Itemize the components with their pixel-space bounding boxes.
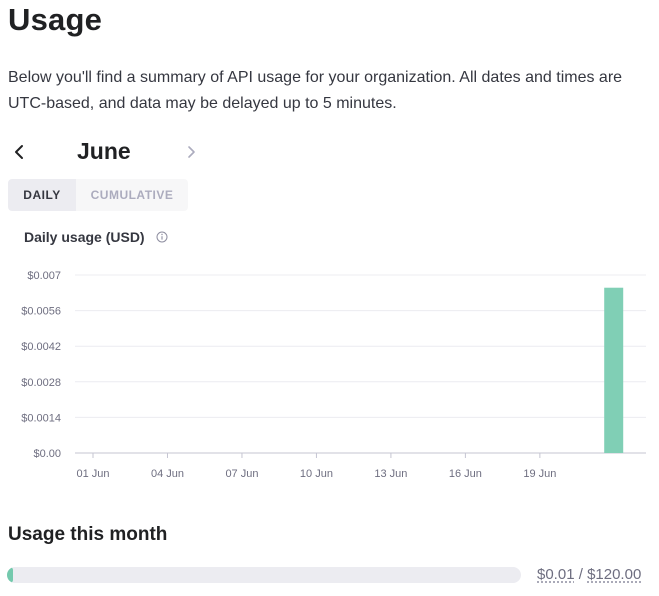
chevron-left-icon (15, 145, 23, 159)
daily-usage-chart: $0.00 $0.0014 $0.0028 $0.0042 $0.0056 $0.007 0… (21, 270, 646, 480)
x-tick-label: 13 Jun (374, 468, 407, 480)
previous-month-button[interactable] (6, 138, 32, 166)
usage-bar (604, 287, 624, 453)
month-navigator: June (8, 134, 208, 170)
y-tick-label: $0.0028 (21, 377, 61, 389)
next-month-button[interactable] (178, 138, 204, 166)
usage-this-month-title: Usage this month (8, 524, 168, 545)
cumulative-toggle-button[interactable]: CUMULATIVE (76, 179, 188, 211)
x-tick-label: 01 Jun (76, 468, 109, 480)
usage-view-toggle: DAILY CUMULATIVE (8, 179, 188, 211)
usage-limit-amount: $120.00 (587, 566, 642, 583)
y-tick-label: $0.007 (27, 270, 61, 282)
x-tick-label: 10 Jun (300, 468, 333, 480)
usage-amount: $0.01 / $120.00 (537, 566, 641, 583)
chevron-right-icon (188, 146, 195, 158)
x-tick-label: 07 Jun (225, 468, 258, 480)
chart-title: Daily usage (USD) (24, 229, 145, 245)
y-tick-label: $0.0042 (21, 341, 61, 353)
page-title: Usage (8, 2, 103, 37)
usage-separator: / (578, 566, 583, 583)
daily-toggle-button[interactable]: DAILY (8, 179, 76, 211)
month-label: June (77, 138, 131, 164)
x-tick-label: 19 Jun (523, 468, 556, 480)
y-tick-label: $0.0056 (21, 306, 61, 318)
y-tick-label: $0.00 (33, 448, 61, 460)
y-tick-label: $0.0014 (21, 412, 61, 424)
x-tick-label: 16 Jun (449, 468, 482, 480)
usage-progress-fill (7, 567, 13, 583)
info-icon[interactable] (156, 231, 168, 243)
page-description: Below you'll find a summary of API usage… (8, 69, 623, 112)
usage-used-amount: $0.01 (537, 566, 575, 583)
x-tick-label: 04 Jun (151, 468, 184, 480)
usage-progress-bar (7, 567, 521, 583)
